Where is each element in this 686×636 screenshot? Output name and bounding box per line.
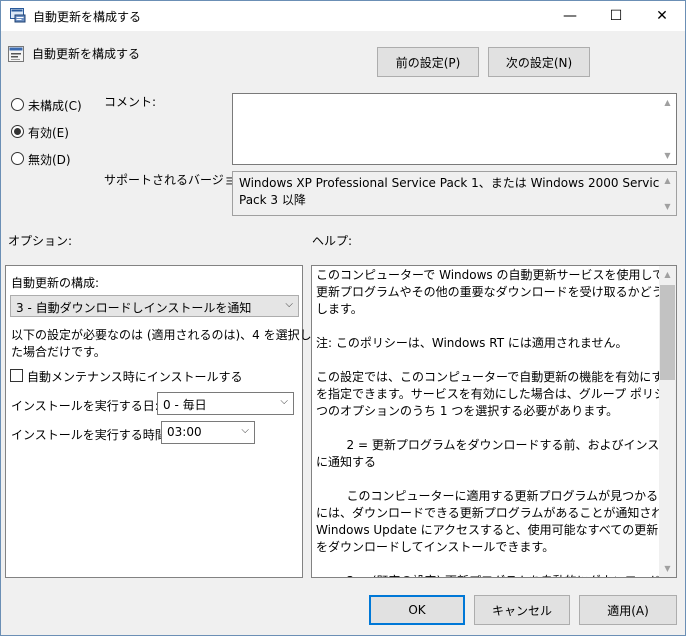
- comment-label: コメント:: [104, 95, 157, 109]
- chevron-down-icon: ⌵: [241, 425, 249, 436]
- help-line: 3 = (既定の設定) 更新プログラムを自動的にダウンロードし、イン: [316, 573, 676, 577]
- help-line: します。: [316, 302, 363, 316]
- supported-scrollbar[interactable]: ▲ ▼: [659, 172, 676, 215]
- help-line: つのオプションのうち 1 つを選択する必要があります。: [316, 404, 619, 418]
- comment-scrollbar[interactable]: ▲ ▼: [659, 94, 676, 164]
- radio-enabled[interactable]: [11, 125, 24, 138]
- help-line: このコンピューターに適用する更新プログラムが見つかると、ユーザー: [346, 489, 677, 503]
- help-line: この設定では、このコンピューターで自動更新の機能を有効にするかどうか: [316, 370, 676, 384]
- cancel-button[interactable]: キャンセル: [474, 595, 570, 625]
- config-dropdown[interactable]: 3 - 自動ダウンロードしインストールを通知 ⌵: [10, 295, 299, 317]
- maximize-button[interactable]: ☐: [593, 1, 639, 31]
- maintenance-checkbox-label[interactable]: 自動メンテナンス時にインストールする: [27, 368, 243, 385]
- window-title: 自動更新を構成する: [33, 10, 142, 24]
- policy-setting-icon: [8, 46, 24, 62]
- help-panel: このコンピューターで Windows の自動更新サービスを使用してセキュリティ更…: [311, 265, 677, 578]
- supported-versions-box: Windows XP Professional Service Pack 1、ま…: [232, 171, 677, 216]
- radio-disabled[interactable]: [11, 152, 24, 165]
- radio-not-configured[interactable]: [11, 98, 24, 111]
- install-day-value: 0 - 毎日: [163, 398, 207, 412]
- help-line: には、ダウンロードできる更新プログラムがあることが通知されます。: [316, 506, 677, 520]
- previous-setting-button[interactable]: 前の設定(P): [377, 47, 479, 77]
- chevron-down-icon: ⌵: [280, 396, 288, 407]
- ok-button-label: OK: [408, 603, 426, 617]
- scroll-up-icon[interactable]: ▲: [659, 266, 676, 283]
- help-line: を指定できます。サービスを有効にした場合は、グループ ポリシー設定の 4: [316, 387, 676, 401]
- supported-value-line1: Windows XP Professional Service Pack 1、ま…: [239, 176, 667, 190]
- cancel-button-label: キャンセル: [491, 603, 552, 618]
- config-note-line1: 以下の設定が必要なのは (適用されるのは)、4 を選択し: [11, 328, 312, 342]
- help-line: をダウンロードしてインストールできます。: [316, 540, 555, 554]
- config-note-line2: た場合だけです。: [11, 345, 106, 359]
- comment-textarea[interactable]: ▲ ▼: [232, 93, 677, 165]
- install-time-dropdown[interactable]: 03:00 ⌵: [161, 421, 255, 444]
- next-setting-label: 次の設定(N): [505, 55, 573, 70]
- help-scrollbar[interactable]: ▲ ▼: [659, 266, 676, 577]
- minimize-icon: —: [563, 8, 577, 24]
- help-line: 更新プログラムやその他の重要なダウンロードを受け取るかどうかを指定: [316, 285, 677, 299]
- help-line: [316, 352, 660, 369]
- close-icon: ✕: [656, 8, 668, 24]
- help-line: 注: このポリシーは、Windows RT には適用されません。: [316, 336, 628, 350]
- help-section-label: ヘルプ:: [312, 234, 353, 248]
- scroll-down-icon[interactable]: ▼: [659, 147, 676, 164]
- apply-button-label: 適用(A): [607, 603, 649, 618]
- install-day-dropdown[interactable]: 0 - 毎日 ⌵: [157, 392, 294, 415]
- maintenance-checkbox[interactable]: [10, 369, 23, 382]
- help-line: [316, 556, 660, 573]
- install-time-value: 03:00: [167, 425, 202, 439]
- policy-name: 自動更新を構成する: [32, 47, 141, 61]
- help-line: 2 = 更新プログラムをダウンロードする前、およびインストールする前: [346, 438, 676, 452]
- radio-disabled-label[interactable]: 無効(D): [28, 151, 71, 168]
- scroll-down-icon[interactable]: ▼: [659, 198, 676, 215]
- install-time-label: インストールを実行する時間:: [11, 428, 171, 442]
- help-scrollbar-thumb[interactable]: [660, 285, 675, 380]
- help-line: [316, 420, 660, 437]
- supported-label: サポートされるバージョン:: [104, 173, 252, 187]
- ok-button[interactable]: OK: [369, 595, 465, 625]
- title-bar[interactable]: 自動更新を構成する — ☐ ✕: [1, 1, 685, 31]
- help-text: このコンピューターで Windows の自動更新サービスを使用してセキュリティ更…: [316, 267, 677, 577]
- radio-enabled-label[interactable]: 有効(E): [28, 124, 69, 141]
- supported-value-line2: Pack 3 以降: [239, 193, 306, 207]
- options-panel: 自動更新の構成: 3 - 自動ダウンロードしインストールを通知 ⌵ 以下の設定が…: [5, 265, 312, 578]
- help-line: [316, 318, 660, 335]
- maximize-icon: ☐: [609, 8, 623, 24]
- options-section-label: オプション:: [8, 234, 73, 248]
- scroll-up-icon[interactable]: ▲: [659, 94, 676, 111]
- policy-dialog-window: 自動更新を構成する — ☐ ✕ 自動更新を構成する 前の設定(P) 次の設定(N…: [0, 0, 686, 636]
- help-line: に通知する: [316, 455, 377, 469]
- close-button[interactable]: ✕: [639, 1, 685, 31]
- config-label: 自動更新の構成:: [11, 276, 100, 290]
- apply-button[interactable]: 適用(A): [579, 595, 677, 625]
- help-line: このコンピューターで Windows の自動更新サービスを使用してセキュリティ: [316, 268, 677, 282]
- minimize-button[interactable]: —: [547, 1, 593, 31]
- scroll-down-icon[interactable]: ▼: [659, 560, 676, 577]
- next-setting-button[interactable]: 次の設定(N): [488, 47, 590, 77]
- policy-editor-icon: [10, 8, 26, 23]
- install-day-label: インストールを実行する日:: [11, 399, 159, 413]
- help-line: Windows Update にアクセスすると、使用可能なすべての更新プログラム: [316, 523, 676, 537]
- radio-not-configured-label[interactable]: 未構成(C): [28, 97, 82, 114]
- config-dropdown-value: 3 - 自動ダウンロードしインストールを通知: [16, 301, 252, 315]
- chevron-down-icon: ⌵: [285, 299, 293, 310]
- help-line: [316, 471, 660, 488]
- scroll-up-icon[interactable]: ▲: [659, 172, 676, 189]
- previous-setting-label: 前の設定(P): [395, 55, 461, 70]
